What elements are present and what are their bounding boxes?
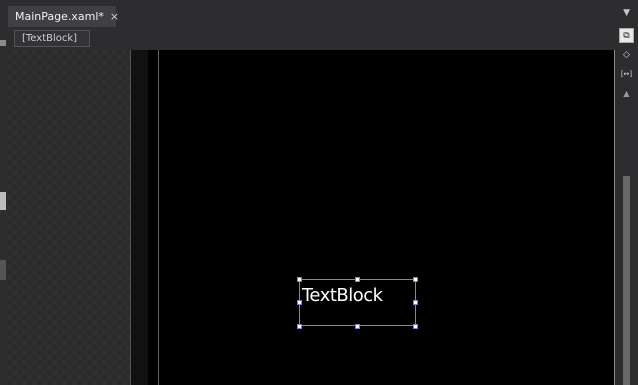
tab-overflow-dropdown-icon[interactable]: ▼: [623, 8, 630, 18]
resize-handle-top[interactable]: [355, 277, 360, 282]
artboard-view-icon[interactable]: ⧉: [619, 28, 634, 43]
scrollbar-thumb[interactable]: [623, 176, 630, 385]
left-panel-edge: [0, 40, 6, 46]
split-code-icon[interactable]: ◇: [619, 47, 634, 62]
scroll-up-icon[interactable]: ▲: [619, 86, 634, 101]
expand-width-icon[interactable]: [↔]: [619, 66, 634, 81]
tab-mainpage-xaml[interactable]: MainPage.xaml* ×: [8, 6, 119, 27]
resize-handle-top-right[interactable]: [413, 277, 418, 282]
close-icon[interactable]: ×: [110, 10, 119, 23]
breadcrumb-bar: [0, 27, 638, 49]
resize-handle-bottom[interactable]: [355, 324, 360, 329]
resize-handle-bottom-right[interactable]: [413, 324, 418, 329]
resize-handle-bottom-left[interactable]: [297, 324, 302, 329]
page-boundary-right: [614, 50, 615, 385]
left-panel-splitter-handle[interactable]: [0, 192, 6, 210]
left-panel-marker: [0, 260, 6, 280]
textblock-element[interactable]: TextBlock: [302, 285, 383, 306]
device-frame: [130, 50, 149, 385]
breadcrumb-textblock[interactable]: [TextBlock]: [14, 30, 90, 47]
tab-title: MainPage.xaml*: [15, 10, 104, 23]
document-tab-strip: MainPage.xaml* × ▼: [0, 0, 638, 28]
resize-handle-top-left[interactable]: [297, 277, 302, 282]
resize-handle-right[interactable]: [413, 300, 418, 305]
page-boundary-left: [158, 50, 159, 385]
device-screen[interactable]: [148, 50, 615, 385]
